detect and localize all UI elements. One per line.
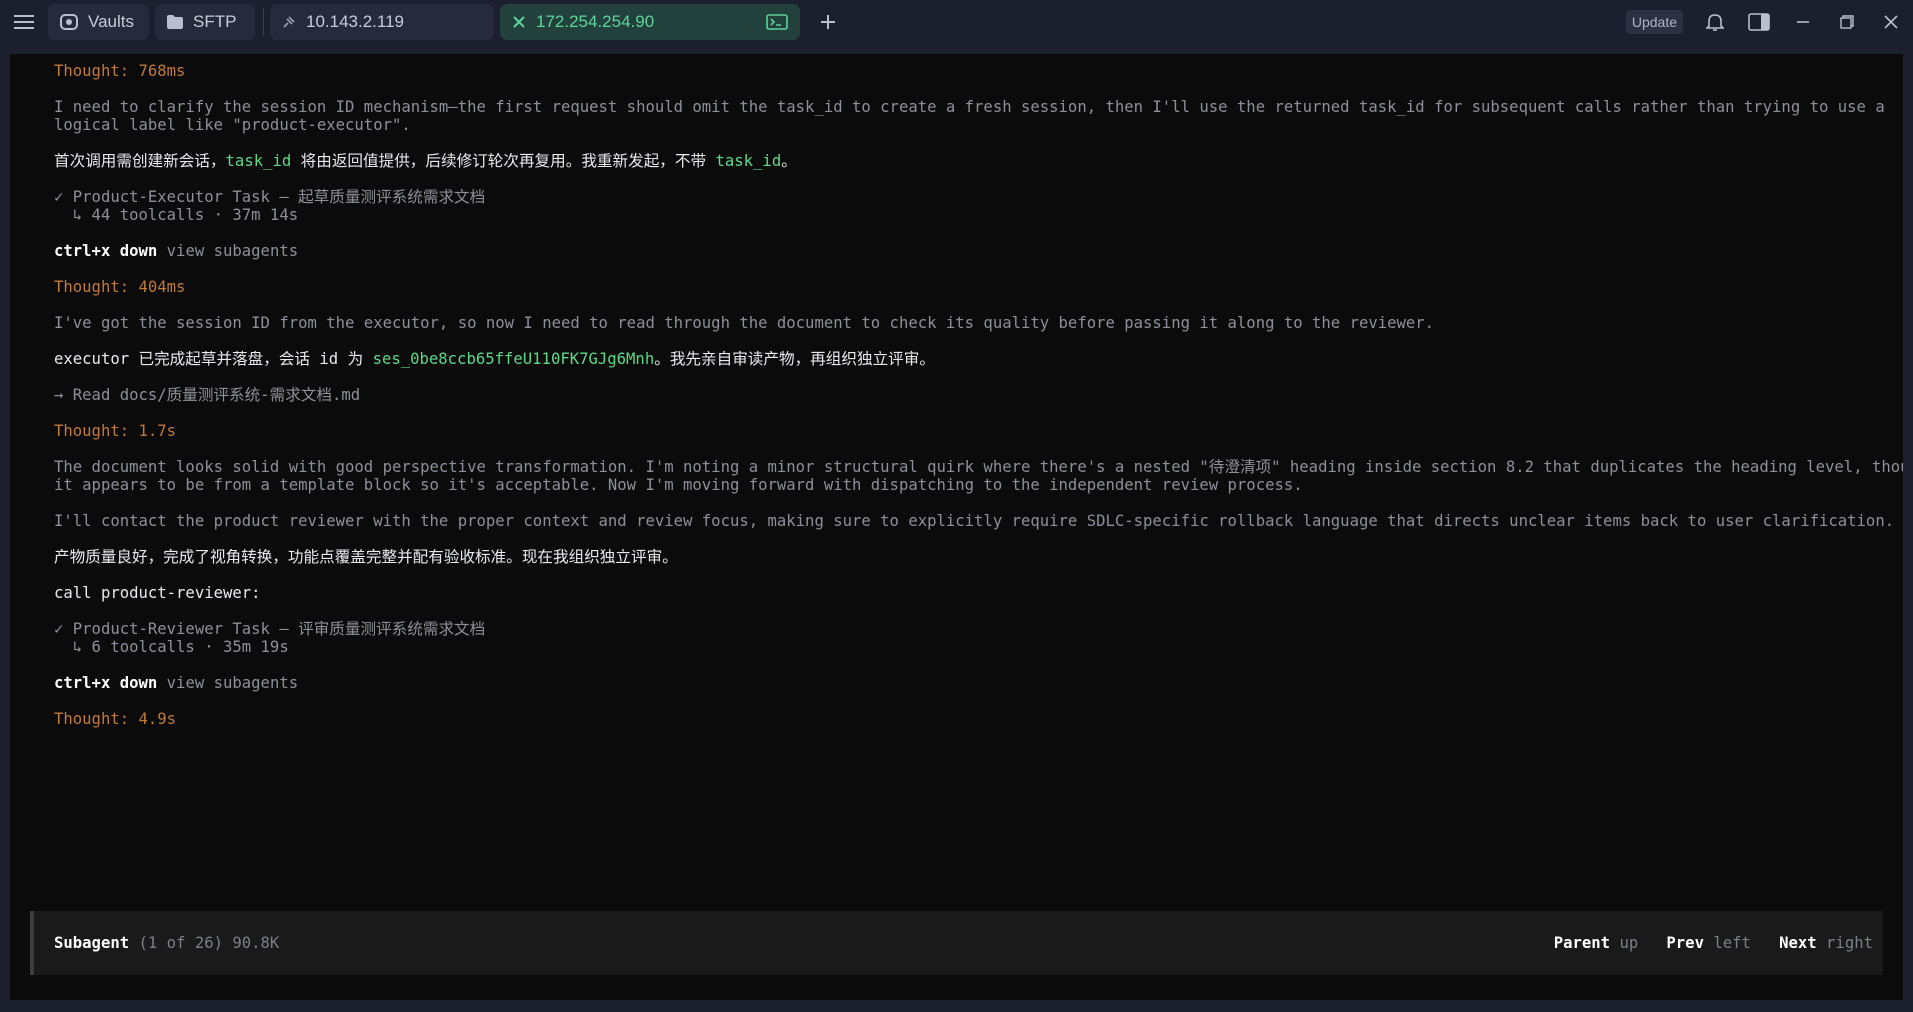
update-button[interactable]: Update xyxy=(1625,10,1683,34)
read-file-line: → Read docs/质量测评系统-需求文档.md xyxy=(54,386,361,404)
tab-vaults-label: Vaults xyxy=(88,12,134,31)
restore-icon[interactable] xyxy=(1825,0,1869,44)
terminal-icon xyxy=(766,14,788,30)
subagent-nav: Parent up Prev left Next right xyxy=(1554,934,1873,952)
code-task-id: task_id xyxy=(225,152,292,170)
folder-icon xyxy=(167,15,183,29)
response-text: executor 已完成起草并落盘，会话 id 为 ses_0be8ccb65f… xyxy=(54,350,935,368)
bell-icon[interactable] xyxy=(1693,0,1737,44)
thought-line: Thought: 404ms xyxy=(54,278,186,296)
minimize-icon[interactable] xyxy=(1781,0,1825,44)
reasoning-text: I'll contact the product reviewer with t… xyxy=(54,512,1895,530)
terminal-output[interactable]: Thought: 768ms I need to clarify the ses… xyxy=(10,54,1903,1000)
task-stats-line: ↳ 6 toolcalls · 35m 19s xyxy=(54,638,289,656)
reasoning-text: logical label like "product-executor". xyxy=(54,116,411,134)
thought-line: Thought: 4.9s xyxy=(54,710,177,728)
subagent-title: Subagent xyxy=(54,934,130,952)
vault-icon xyxy=(60,14,78,30)
response-text: 首次调用需创建新会话，task_id 将由返回值提供，后续修订轮次再复用。我重新… xyxy=(54,152,797,170)
subagent-info: Subagent (1 of 26) 90.8K xyxy=(54,934,279,952)
shortcut-hint: ctrl+x down view subagents xyxy=(54,674,299,692)
code-session-id: ses_0be8ccb65ffeU110FK7GJg6Mnh xyxy=(372,350,655,368)
task-stats-line: ↳ 44 toolcalls · 37m 14s xyxy=(54,206,299,224)
subagent-meta: (1 of 26) 90.8K xyxy=(129,934,280,952)
next-nav[interactable]: Next right xyxy=(1779,934,1873,952)
thought-line: Thought: 768ms xyxy=(54,62,186,80)
top-tab-bar: Vaults SFTP 10.143.2.119 172.254.254.90 … xyxy=(0,0,1913,44)
tab-divider xyxy=(263,8,264,36)
response-text: 产物质量良好，完成了视角转换，功能点覆盖完整并配有验收标准。现在我组织独立评审。 xyxy=(54,548,678,566)
close-window-icon[interactable] xyxy=(1869,0,1913,44)
tab-sftp-label: SFTP xyxy=(193,12,237,31)
subagent-footer: Subagent (1 of 26) 90.8K Parent up Prev … xyxy=(30,911,1883,975)
reasoning-text: I've got the session ID from the executo… xyxy=(54,314,1435,332)
tab-host-1[interactable]: 10.143.2.119 xyxy=(270,4,494,40)
disconnected-plug-icon xyxy=(282,15,296,29)
tab-host-1-label: 10.143.2.119 xyxy=(306,12,404,31)
code-task-id: task_id xyxy=(715,152,782,170)
close-tab-icon[interactable] xyxy=(512,15,526,29)
hamburger-menu-icon[interactable] xyxy=(0,0,48,44)
new-tab-plus-icon[interactable] xyxy=(806,0,850,44)
sidebar-toggle-icon[interactable] xyxy=(1737,0,1781,44)
parent-nav[interactable]: Parent up xyxy=(1554,934,1639,952)
call-line: call product-reviewer: xyxy=(54,584,261,602)
tab-host-2-active[interactable]: 172.254.254.90 xyxy=(500,4,800,40)
prev-nav[interactable]: Prev left xyxy=(1666,934,1751,952)
thought-line: Thought: 1.7s xyxy=(54,422,177,440)
shortcut-hint: ctrl+x down view subagents xyxy=(54,242,299,260)
tab-sftp[interactable]: SFTP xyxy=(155,4,255,40)
tab-host-2-label: 172.254.254.90 xyxy=(536,12,655,31)
tab-vaults[interactable]: Vaults xyxy=(48,4,149,40)
reasoning-text: it appears to be from a template block s… xyxy=(54,476,1303,494)
